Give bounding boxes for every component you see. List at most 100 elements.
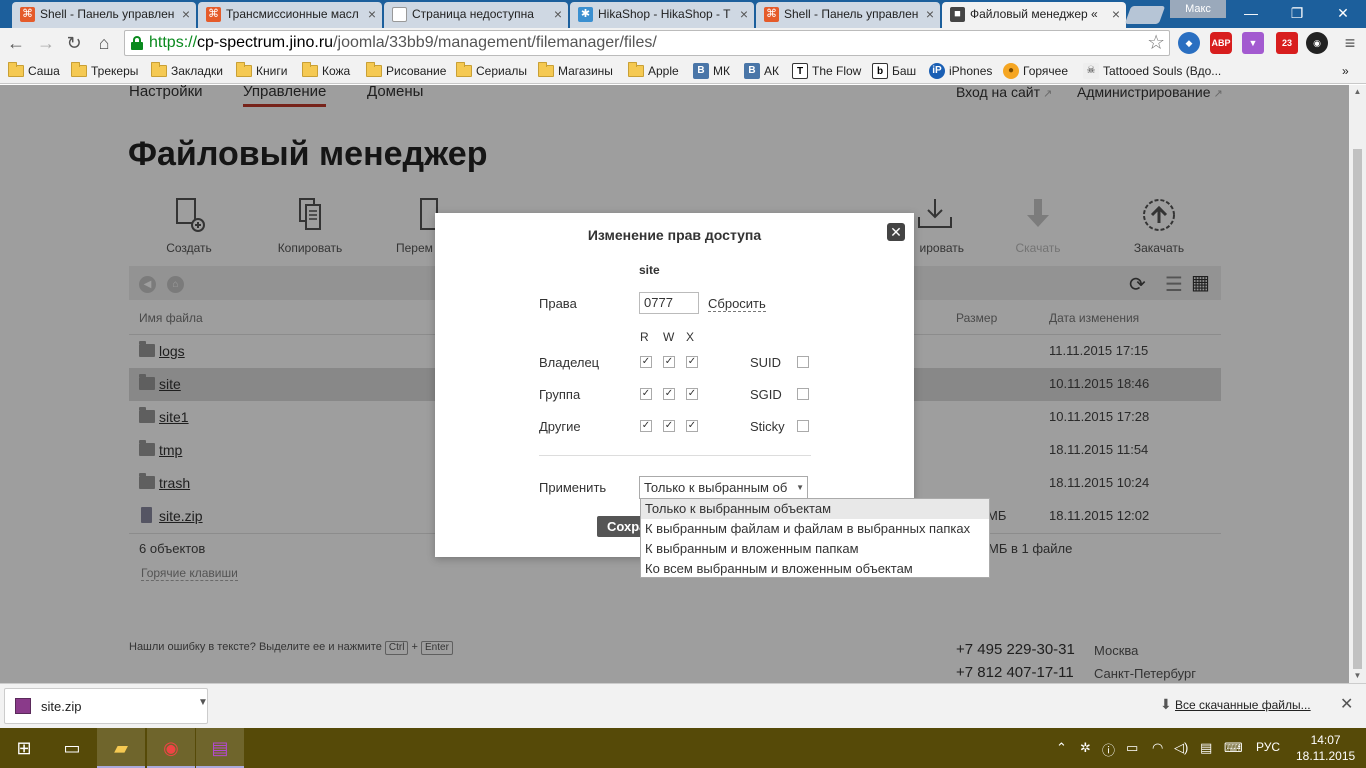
url-text[interactable]: https://cp-spectrum.jino.ru/joomla/33bb9… [149,34,657,52]
bookmark-folder[interactable]: Магазины [538,62,613,80]
others-read-checkbox[interactable]: ✓ [640,420,652,432]
group-exec-checkbox[interactable]: ✓ [686,388,698,400]
wifi-icon[interactable]: ◠ [1152,740,1163,756]
close-tab-icon[interactable]: × [182,2,190,26]
close-tab-icon[interactable]: × [740,2,748,26]
bookmark-folder[interactable]: Apple [628,62,679,80]
option-selected-only[interactable]: Только к выбранным объектам [641,499,989,519]
bookmark-folder[interactable]: Книги [236,62,287,80]
browser-tab[interactable]: ⌘ Shell - Панель управлен × [12,2,196,28]
chevron-down-icon[interactable]: ▼ [198,697,208,708]
tab-title: HikaShop - HikaShop - T [598,7,731,21]
explorer-icon[interactable]: ▰ [97,728,145,768]
download-item[interactable]: site.zip ▼ [4,688,208,724]
suid-checkbox[interactable] [797,356,809,368]
scroll-thumb[interactable] [1353,149,1362,669]
vk-icon: В [744,63,760,79]
gmail-icon[interactable]: 23 [1276,32,1298,54]
close-tab-icon[interactable]: × [926,2,934,26]
tray-info-icon[interactable]: ⓘ [1102,740,1115,759]
bookmark-folder[interactable]: Закладки [151,62,223,80]
bookmark-link[interactable]: ● Горячее [1003,62,1068,80]
owner-write-checkbox[interactable]: ✓ [663,356,675,368]
battery-icon[interactable]: ▭ [1126,740,1138,756]
winrar-icon[interactable]: ▤ [196,728,244,768]
joomla-favicon-icon: ✱ [578,7,593,22]
reload-icon[interactable]: ↻ [62,31,86,55]
bookmark-link[interactable]: В АК [744,62,779,80]
chrome-icon[interactable]: ◉ [147,728,195,768]
extension-icon[interactable]: ◆ [1178,32,1200,54]
minimize-icon[interactable]: — [1228,0,1274,28]
task-view-icon[interactable]: ▭ [48,728,96,768]
adblock-icon[interactable]: ABP [1210,32,1232,54]
close-tab-icon[interactable]: × [368,2,376,26]
maximize-icon[interactable]: ❐ [1274,0,1320,28]
browser-tab-active[interactable]: ■ Файловый менеджер « × [942,2,1126,28]
bookmark-link[interactable]: В МК [693,62,730,80]
all-downloads-link[interactable]: Все скачанные файлы... [1175,698,1311,712]
tab-title: Страница недоступна [412,7,534,21]
browser-tab[interactable]: ⌘ Трансмиссионные масл × [198,2,382,28]
bookmark-link[interactable]: iP iPhones [929,62,992,80]
extension-icon[interactable]: ▼ [1242,32,1264,54]
option-all-nested[interactable]: Ко всем выбранным и вложенным объектам [641,559,989,579]
owner-read-checkbox[interactable]: ✓ [640,356,652,368]
clock[interactable]: 14:07 18.11.2015 [1296,732,1355,764]
bookmark-folder[interactable]: Кожа [302,62,350,80]
bookmark-link[interactable]: ☠ Tattooed Souls (Вдо... [1083,62,1221,80]
language-indicator[interactable]: РУС [1256,740,1280,754]
close-dialog-icon[interactable]: ✕ [887,223,905,241]
others-write-checkbox[interactable]: ✓ [663,420,675,432]
option-files-in-folders[interactable]: К выбранным файлам и файлам в выбранных … [641,519,989,539]
bookmark-folder[interactable]: Сериалы [456,62,527,80]
tab-title: Трансмиссионные масл [226,7,359,21]
tray-app-icon[interactable]: ✲ [1080,740,1091,756]
close-tab-icon[interactable]: × [554,2,562,26]
rights-input[interactable]: 0777 [639,292,699,314]
bookmark-star-icon[interactable]: ☆ [1147,31,1165,55]
bookmark-link[interactable]: b Баш [872,62,916,80]
group-write-checkbox[interactable]: ✓ [663,388,675,400]
bookmark-folder[interactable]: Трекеры [71,62,138,80]
scroll-up-icon[interactable]: ▲ [1349,85,1366,99]
bookmark-folder[interactable]: Рисование [366,62,446,80]
others-exec-checkbox[interactable]: ✓ [686,420,698,432]
iphones-icon: iP [929,63,945,79]
apply-select[interactable]: Только к выбранным об ▼ [639,476,808,499]
volume-icon[interactable]: ◁) [1174,740,1188,756]
page-scrollbar[interactable]: ▲ ▼ [1349,85,1366,683]
bookmark-folder[interactable]: Саша [8,62,60,80]
extension-icon[interactable]: ◉ [1306,32,1328,54]
home-icon[interactable]: ⌂ [92,31,116,55]
close-window-icon[interactable]: ✕ [1320,0,1366,28]
notifications-icon[interactable]: ▤ [1200,740,1212,756]
option-nested-folders[interactable]: К выбранным и вложенным папкам [641,539,989,559]
address-bar[interactable]: https://cp-spectrum.jino.ru/joomla/33bb9… [124,30,1170,56]
forward-icon[interactable]: → [34,31,58,55]
more-bookmarks-icon[interactable]: » [1342,62,1349,80]
group-read-checkbox[interactable]: ✓ [640,388,652,400]
close-tab-icon[interactable]: × [1112,2,1120,26]
folder-icon [71,62,87,77]
browser-tab[interactable]: ✱ HikaShop - HikaShop - T × [570,2,754,28]
profile-button[interactable]: Макс [1170,0,1226,18]
tray-up-icon[interactable]: ⌃ [1056,740,1067,756]
back-icon[interactable]: ← [4,31,28,55]
column-r: R [640,330,649,344]
browser-tab[interactable]: ⌘ Shell - Панель управлен × [756,2,940,28]
browser-tab[interactable]: Страница недоступна × [384,2,568,28]
reset-link[interactable]: Сбросить [708,296,766,312]
bookmark-link[interactable]: Т The Flow [792,62,861,80]
start-icon[interactable]: ⊞ [0,728,48,768]
sgid-checkbox[interactable] [797,388,809,400]
menu-icon[interactable]: ≡ [1338,31,1362,55]
close-download-bar-icon[interactable]: ✕ [1340,694,1353,714]
new-tab-button[interactable] [1124,6,1166,24]
scroll-down-icon[interactable]: ▼ [1349,669,1366,683]
sticky-label: Sticky [750,419,785,434]
keyboard-icon[interactable]: ⌨ [1224,740,1243,756]
sticky-checkbox[interactable] [797,420,809,432]
owner-exec-checkbox[interactable]: ✓ [686,356,698,368]
tab-title: Shell - Панель управлен [784,7,919,21]
